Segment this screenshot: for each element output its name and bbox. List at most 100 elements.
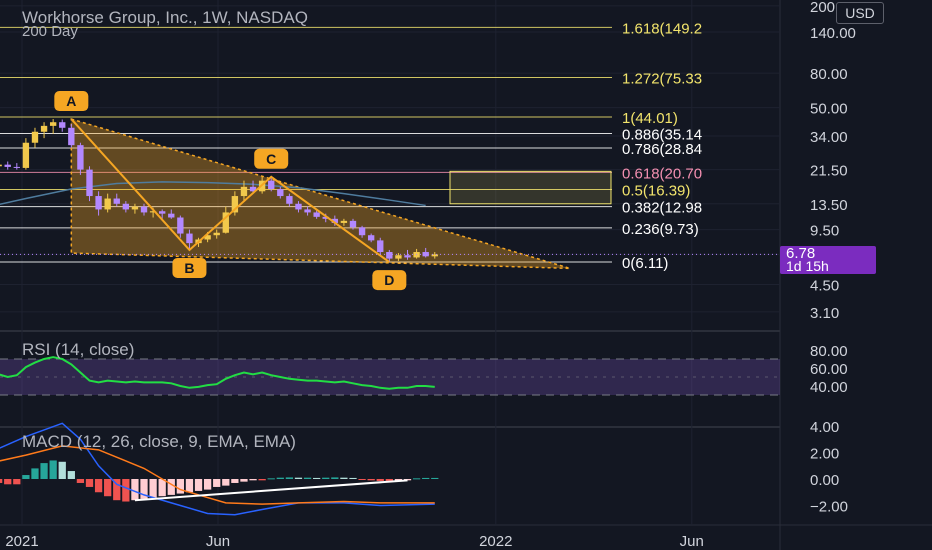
candle-body	[313, 212, 320, 217]
macd-histogram-bar	[31, 468, 39, 479]
fib-level-label: 0.5(16.39)	[622, 183, 690, 200]
macd-histogram-bar	[13, 479, 21, 485]
price-tick-label: 140.00	[810, 25, 856, 42]
pattern-point-label: B	[184, 260, 194, 276]
candle-body	[13, 166, 20, 168]
candle-body	[395, 255, 402, 259]
macd-histogram-bar	[313, 477, 321, 479]
macd-histogram-bar	[285, 477, 294, 479]
candle-body	[159, 211, 166, 214]
macd-title: MACD (12, 26, close, 9, EMA, EMA)	[22, 432, 296, 451]
candle-body	[340, 220, 348, 223]
rsi-title: RSI (14, close)	[22, 340, 134, 359]
axes: 3.10 4.50 9.50 13.50 21.50 34.00 50.00 80.00 140…	[5, 0, 856, 550]
macd-histogram-bar	[194, 479, 203, 491]
candle-body	[40, 125, 48, 132]
time-tick-label: Jun	[206, 533, 230, 550]
candle-body	[122, 203, 130, 210]
macd-histogram-bar	[94, 479, 103, 493]
price-tick-label: 9.50	[810, 223, 839, 240]
macd-histogram-bar	[176, 479, 184, 494]
pattern-point-label: D	[384, 272, 394, 288]
macd-histogram-bar	[349, 477, 357, 479]
macd-histogram-bar	[158, 479, 166, 497]
candle-body	[377, 240, 384, 253]
candle-body	[286, 196, 293, 204]
rsi-pane[interactable]	[0, 356, 780, 396]
time-tick-label: Jun	[680, 533, 704, 550]
bar-countdown: 1d 15h	[786, 258, 829, 274]
fib-level-label: 1(44.01)	[622, 110, 678, 127]
candle-body	[304, 209, 311, 213]
time-tick-label: 2021	[5, 533, 38, 550]
candle-body	[0, 164, 2, 167]
time-tick-label: 2022	[479, 533, 512, 550]
fib-level-label: 0.236(9.73)	[622, 221, 699, 238]
candle-body	[140, 206, 148, 213]
macd-histogram-bar	[0, 479, 3, 483]
macd-histogram-bar	[294, 477, 303, 479]
price-tick-label: 13.50	[810, 197, 848, 214]
price-pane[interactable]: 1.618(149.21.272(75.331(44.01)0.886(35.1…	[0, 20, 780, 291]
macd-histogram-bar	[431, 477, 439, 479]
candle-body	[277, 189, 284, 197]
candle-body	[168, 213, 175, 218]
macd-histogram-bar	[40, 463, 48, 479]
candle-body	[95, 196, 102, 210]
candle-body	[186, 233, 193, 244]
macd-histogram-bar	[258, 479, 266, 481]
fib-level-label: 1.272(75.33	[622, 71, 702, 88]
macd-tick-label: 2.00	[810, 446, 839, 463]
last-price-tag: 6.78 1d 15h	[780, 246, 876, 274]
macd-tick-label: 4.00	[810, 419, 839, 436]
candle-body	[59, 122, 66, 128]
indicator-label: 200 Day	[22, 23, 78, 40]
macd-histogram-bar	[203, 479, 212, 490]
candle-body	[240, 186, 248, 197]
candle-body	[4, 164, 11, 167]
macd-histogram-bar	[122, 479, 130, 502]
candle-body	[22, 142, 30, 168]
macd-histogram-bar	[412, 478, 421, 480]
candle-body	[177, 217, 184, 234]
rsi-tick-label: 80.00	[810, 343, 848, 360]
macd-histogram-bar	[303, 477, 312, 479]
macd-histogram-bar	[22, 475, 30, 479]
candle-body	[367, 235, 375, 241]
pattern-point-label: A	[66, 93, 76, 109]
macd-histogram-bar	[322, 477, 330, 479]
macd-histogram-bar	[376, 479, 384, 481]
macd-histogram-bar	[4, 479, 12, 485]
macd-tick-label: −2.00	[810, 499, 848, 516]
candle-body	[386, 252, 393, 259]
macd-histogram-bar	[167, 479, 175, 495]
price-tick-label: 34.00	[810, 129, 848, 146]
macd-histogram-bar	[76, 479, 85, 483]
rsi-tick-label: 60.00	[810, 361, 848, 378]
macd-histogram-bar	[222, 479, 230, 486]
fib-level-label: 0.618(20.70	[622, 165, 702, 182]
candle-body	[131, 206, 139, 210]
candle-body	[68, 127, 75, 146]
candle-body	[295, 203, 302, 210]
macd-tick-label: 0.00	[810, 472, 839, 489]
macd-histogram-bar	[331, 477, 339, 479]
rsi-tick-label: 40.00	[810, 379, 848, 396]
macd-histogram-bar	[85, 479, 94, 487]
currency-badge[interactable]: USD	[836, 2, 884, 24]
fib-level-label: 0(6.11)	[622, 255, 668, 272]
candle-body	[213, 232, 220, 236]
price-tick-label: 3.10	[810, 305, 839, 322]
macd-histogram-bar	[104, 479, 112, 497]
price-tick-label: 21.50	[810, 163, 848, 180]
macd-histogram-bar	[185, 479, 194, 493]
divergence-line	[134, 479, 408, 502]
candle-body	[77, 145, 84, 170]
candle-body	[349, 220, 357, 228]
candle-body	[422, 252, 429, 257]
candle-body	[268, 180, 275, 190]
price-tick-label: 50.00	[810, 101, 848, 118]
chart-canvas[interactable]: 1.618(149.21.272(75.331(44.01)0.886(35.1…	[0, 0, 932, 550]
macd-histogram-bar	[58, 461, 66, 479]
macd-histogram-bar	[358, 479, 366, 480]
